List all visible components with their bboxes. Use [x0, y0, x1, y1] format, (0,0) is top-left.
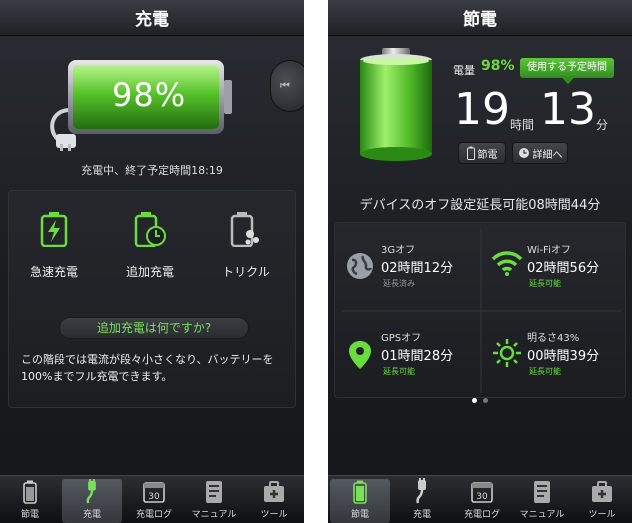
mode-fast-charge-label: 急速充電	[29, 265, 78, 279]
title-bar: 充電	[0, 0, 304, 36]
manual-icon	[534, 481, 550, 503]
tab-charge-log[interactable]: 30 充電ログ	[452, 476, 512, 523]
mode-trickle[interactable]: トリクル	[201, 211, 291, 280]
cell-time: 02時間56分	[527, 261, 600, 276]
battery-bolt-icon	[40, 212, 68, 248]
mode-trickle-label: トリクル	[222, 265, 270, 279]
clock-icon	[518, 148, 529, 158]
minutes-value: 13	[540, 84, 596, 135]
tab-charge[interactable]: 充電	[392, 476, 452, 523]
minutes-unit: 分	[596, 118, 609, 132]
tab-label: 充電	[82, 510, 101, 520]
extension-available-text: デバイスのオフ設定延長可能08時間44分	[359, 198, 601, 213]
calendar-icon: 30	[143, 482, 165, 503]
toolbox-icon	[592, 481, 612, 502]
cell-note: 延長可能	[383, 367, 415, 376]
tab-manual[interactable]: マニュアル	[512, 476, 572, 523]
page-dot	[483, 398, 488, 403]
tab-label: ツール	[260, 510, 288, 520]
mode-additional-charge-label: 追加充電	[125, 265, 174, 279]
battery-icon	[466, 146, 475, 160]
detail-button-label: 詳細へ	[532, 149, 563, 161]
calendar-icon: 30	[471, 482, 493, 503]
cell-time: 01時間28分	[381, 349, 454, 364]
plug-icon	[86, 479, 96, 504]
location-pin-icon	[349, 341, 371, 369]
hours-value: 19	[454, 84, 510, 135]
cell-time: 00時間39分	[527, 349, 600, 364]
tab-charge[interactable]: 充電	[62, 479, 122, 523]
save-button[interactable]: 節電	[458, 142, 506, 164]
battery-drops-icon	[230, 212, 259, 248]
tab-label: マニュアル	[191, 510, 237, 520]
tab-bar: 節電 充電 30 充電ログ マニュアル ツール	[0, 475, 304, 523]
detail-button[interactable]: 詳細へ	[512, 142, 568, 164]
mode-additional-charge[interactable]: 追加充電	[105, 211, 195, 280]
charge-mode-panel: 急速充電 追加充電 トリクル 追加充電は何ですか? この階段では電流が段々小さく…	[8, 190, 296, 408]
battery-cylinder-icon	[360, 48, 432, 161]
charge-label: 電量	[453, 64, 475, 77]
tab-label: 充電ログ	[463, 510, 500, 520]
tab-label: 充電ログ	[135, 510, 172, 520]
side-panel-button[interactable]: ⏮	[270, 60, 304, 112]
feature-grid: 3Gオフ 02時間12分 延長済み Wi-Fiオフ 02時間56分 延長可能 G…	[334, 222, 626, 398]
mode-description: この階段では電流が段々小さくなり、バッテリーを100%までフル充電できます。	[21, 353, 274, 383]
cell-time: 02時間12分	[381, 261, 454, 276]
battery-percent: 98%	[112, 76, 187, 114]
page-indicator[interactable]	[328, 396, 632, 406]
tab-bar: 節電 充電 30 充電ログ マニュアル ツール	[328, 475, 632, 523]
tab-label: 充電	[412, 510, 431, 520]
cell-brightness[interactable]: 明るさ43% 00時間39分 延長可能	[481, 311, 627, 399]
screen-title: 節電	[463, 10, 497, 30]
cell-note: 延長可能	[529, 367, 561, 376]
title-bar: 節電	[328, 0, 632, 36]
remaining-time-button[interactable]: 使用する予定時間	[520, 58, 614, 84]
page-dot-active	[472, 398, 477, 403]
brightness-icon	[493, 339, 521, 367]
cell-title: Wi-Fiオフ	[527, 245, 571, 256]
cell-wifi-off[interactable]: Wi-Fiオフ 02時間56分 延長可能	[481, 223, 627, 311]
tab-tools[interactable]: ツール	[572, 476, 632, 523]
cell-note: 延長済み	[383, 279, 415, 288]
mode-fast-charge[interactable]: 急速充電	[9, 211, 99, 280]
tab-tools[interactable]: ツール	[244, 476, 304, 523]
manual-icon	[206, 481, 222, 503]
plug-icon	[416, 478, 426, 504]
toolbox-icon	[264, 481, 284, 502]
help-link[interactable]: 追加充電は何ですか?	[59, 317, 249, 339]
hours-unit: 時間	[510, 118, 535, 132]
charge-screen: 充電 98% ⏮ 充電中、終了予定時間18:19 急速充電 追加充電 トリクル …	[0, 0, 304, 523]
tab-manual[interactable]: マニュアル	[184, 476, 244, 523]
battery-clock-icon	[134, 212, 166, 248]
calendar-number: 30	[476, 492, 488, 502]
cell-title: 3Gオフ	[381, 245, 416, 256]
charge-status: 充電中、終了予定時間18:19	[81, 164, 223, 177]
cell-title: GPSオフ	[381, 333, 422, 344]
tab-label: 節電	[20, 510, 39, 520]
screen-title: 充電	[135, 10, 169, 30]
battery-icon	[353, 480, 367, 504]
tab-charge-log[interactable]: 30 充電ログ	[124, 476, 184, 523]
wifi-icon	[491, 251, 523, 276]
tab-label: ツール	[588, 510, 616, 520]
cell-gps-off[interactable]: GPSオフ 01時間28分 延長可能	[335, 311, 481, 399]
charge-value: 98%	[481, 58, 515, 74]
save-button-label: 節電	[477, 149, 498, 161]
globe-icon	[347, 253, 373, 279]
battery-icon	[23, 480, 37, 504]
tab-save[interactable]: 節電	[0, 476, 60, 523]
calendar-number: 30	[148, 492, 160, 502]
cell-3g-off[interactable]: 3Gオフ 02時間12分 延長済み	[335, 223, 481, 311]
tab-label: マニュアル	[519, 510, 565, 520]
cell-note: 延長可能	[529, 279, 561, 288]
tab-label: 節電	[350, 510, 369, 520]
cell-title: 明るさ43%	[527, 333, 580, 344]
tab-save[interactable]: 節電	[330, 479, 390, 523]
power-save-screen: 節電 電量 98% 使用する予定時間 19 時間 13 分 節電 詳細へ デバイ…	[328, 0, 632, 523]
